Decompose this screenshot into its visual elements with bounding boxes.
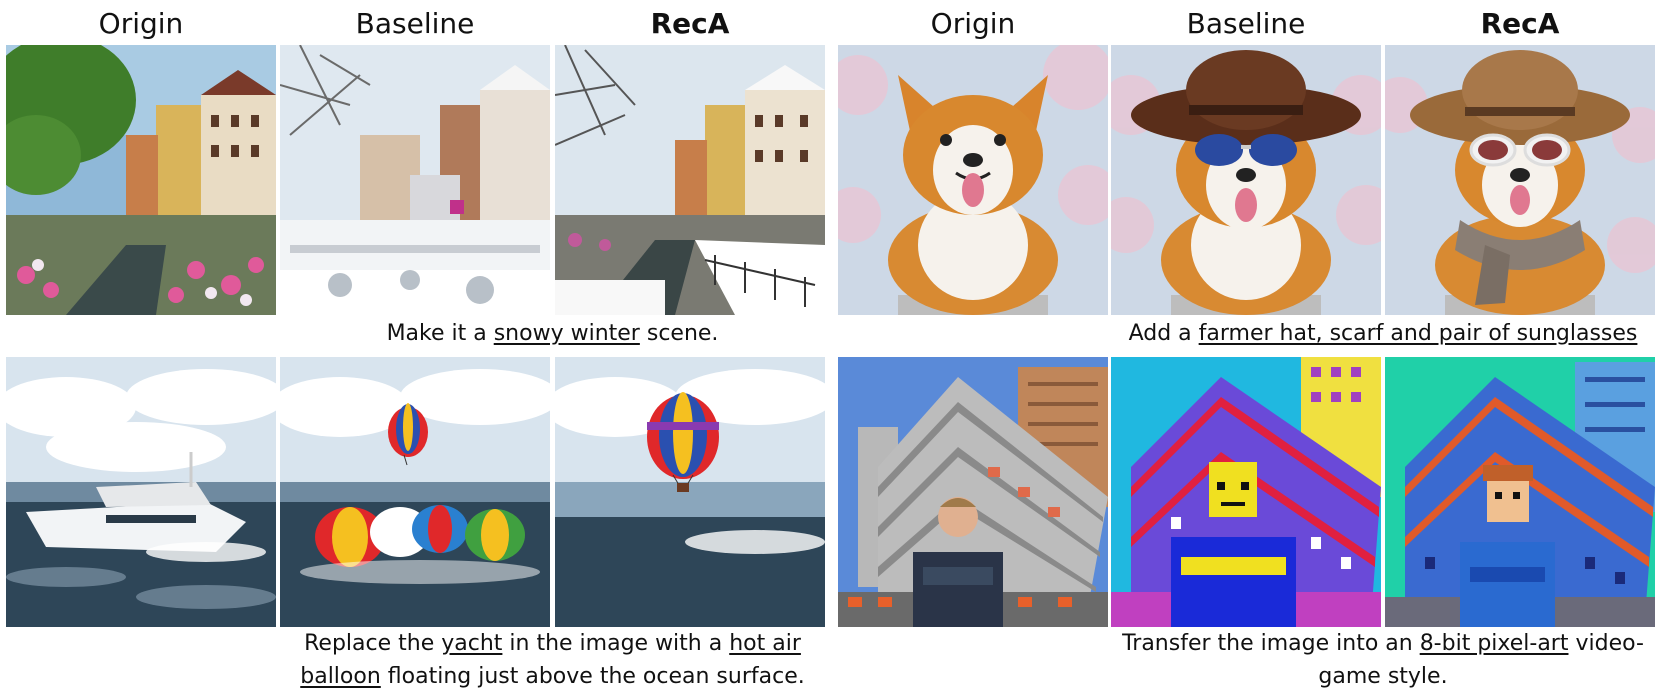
caption-underlined: hot air [729, 631, 801, 656]
yacht-baseline-image [280, 357, 550, 627]
caption-text: floating just above the ocean surface. [380, 664, 805, 689]
caption-text: Add a [1128, 321, 1199, 346]
caption-text: scene. [639, 321, 719, 346]
caption-text: video- [1568, 631, 1644, 656]
corgi-reca-image [1385, 45, 1655, 315]
caption-underlined: farmer hat, scarf and pair of sunglasses [1198, 321, 1638, 346]
header-origin-left: Origin [98, 7, 184, 40]
header-baseline-right: Baseline [1186, 7, 1306, 40]
building-origin-image [838, 357, 1108, 627]
caption-underlined: snowy winter [493, 321, 640, 346]
caption-underlined: yacht [441, 631, 503, 656]
caption-snowy-winter: Make it a snowy winter scene. [280, 317, 825, 350]
header-reca-left: RecA [650, 7, 730, 40]
corgi-origin-image [838, 45, 1108, 315]
caption-underlined: 8-bit pixel-art [1419, 631, 1569, 656]
caption-underlined: balloon [300, 664, 381, 689]
caption-text: in the image with a [502, 631, 730, 656]
town-origin-image [6, 45, 276, 315]
caption-text: Replace the [304, 631, 442, 656]
building-reca-image [1385, 357, 1655, 627]
building-baseline-image [1111, 357, 1381, 627]
caption-hot-air-balloon: Replace the yacht in the image with a ho… [280, 627, 825, 693]
header-reca-right: RecA [1480, 7, 1560, 40]
caption-text: Transfer the image into an [1122, 631, 1420, 656]
corgi-baseline-image [1111, 45, 1381, 315]
caption-pixel-art: Transfer the image into an 8-bit pixel-a… [1111, 627, 1655, 693]
yacht-origin-image [6, 357, 276, 627]
caption-text: game style. [1318, 664, 1448, 689]
caption-text: Make it a [386, 321, 494, 346]
header-origin-right: Origin [930, 7, 1016, 40]
caption-farmer-hat: Add a farmer hat, scarf and pair of sung… [1111, 317, 1655, 350]
header-baseline-left: Baseline [355, 7, 475, 40]
yacht-reca-image [555, 357, 825, 627]
town-baseline-image [280, 45, 550, 315]
town-reca-image [555, 45, 825, 315]
